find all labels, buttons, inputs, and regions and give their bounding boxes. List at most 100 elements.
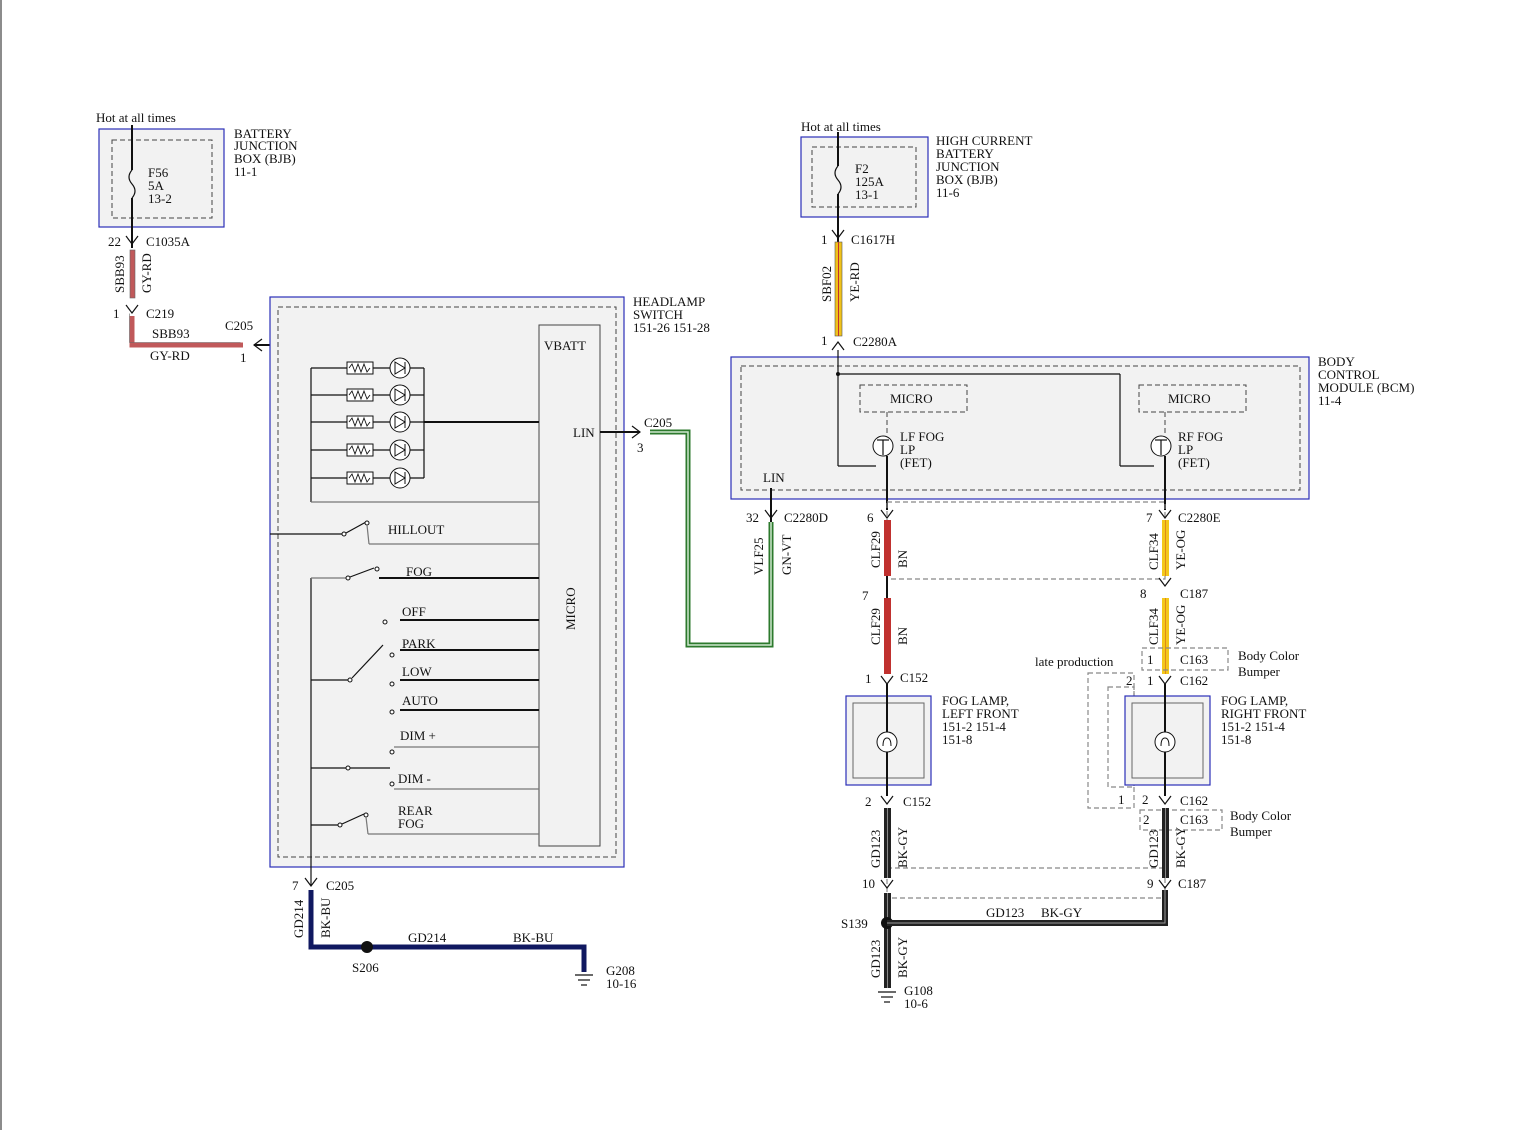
circuit-label: GD214 xyxy=(291,899,306,938)
pin-label: 1 xyxy=(821,232,828,247)
hot-at-all-times-label: Hot at all times xyxy=(96,110,176,125)
wire-color-label: BK-GY xyxy=(895,936,910,978)
right-fog-title-4: 151-8 xyxy=(1221,732,1251,747)
circuit-label: SBB93 xyxy=(152,326,190,341)
ground-group-dashed xyxy=(886,867,1166,899)
connector-label: C187 xyxy=(1178,876,1207,891)
circuit-label: GD123 xyxy=(1146,830,1161,868)
wire-color-label: GN-VT xyxy=(779,535,794,575)
position-auto: AUTO xyxy=(402,693,438,708)
pin-label: 10 xyxy=(862,876,875,891)
body-color-label: Body Color xyxy=(1238,648,1300,663)
pin-label: 7 xyxy=(862,588,869,603)
bjb-title-4: 11-1 xyxy=(234,164,257,179)
pin-label: 7 xyxy=(292,878,299,893)
body-color-label: Body Color xyxy=(1230,808,1292,823)
pin-label: 2 xyxy=(1142,792,1149,807)
wire-color-label: BK-GY xyxy=(895,826,910,868)
wire-gy-rd-vertical xyxy=(129,249,136,299)
resistor-icon xyxy=(346,415,374,429)
late-production-label: late production xyxy=(1035,654,1114,669)
connector-label: C1035A xyxy=(146,234,191,249)
splice-label: S206 xyxy=(352,960,379,975)
switch-micro-block xyxy=(538,324,601,847)
connector-group-dashed xyxy=(886,501,1166,580)
pin-label: 32 xyxy=(746,510,759,525)
lf-fet-label-3: (FET) xyxy=(900,455,932,470)
led-icon xyxy=(389,411,411,433)
splice-dot-icon xyxy=(361,941,373,953)
wire-color-label: BK-GY xyxy=(1041,905,1083,920)
circuit-label: CLF29 xyxy=(868,608,883,645)
position-low: LOW xyxy=(402,664,432,679)
bulb-icon xyxy=(1154,731,1176,753)
pin-label: 1 xyxy=(240,350,247,365)
pin-label: 2 xyxy=(1143,812,1150,827)
connector-label: C205 xyxy=(225,318,253,333)
position-dim-minus: DIM - xyxy=(398,771,431,786)
connector-chevron-icon xyxy=(1158,795,1172,805)
pin-label: 1 xyxy=(821,333,828,348)
connector-label: C162 xyxy=(1180,673,1208,688)
ground-point-ref: 10-6 xyxy=(904,996,928,1011)
pin-label: 3 xyxy=(637,440,644,455)
position-hillout: HILLOUT xyxy=(388,522,444,537)
left-fog-title-4: 151-8 xyxy=(942,732,972,747)
wire-color-label: BK-GY xyxy=(1173,826,1188,868)
circuit-label: CLF29 xyxy=(868,531,883,568)
ground-symbol-icon xyxy=(575,974,593,986)
wire-color-label: BN xyxy=(895,549,910,568)
micro-label: MICRO xyxy=(563,587,578,630)
connector-label: C152 xyxy=(900,670,928,685)
led-icon xyxy=(389,467,411,489)
fog-lamp-wiring-diagram: Hot at all times F56 5A 13-2 BATTERY JUN… xyxy=(0,0,1516,1130)
resistor-icon xyxy=(346,443,374,457)
hot-at-all-times-label: Hot at all times xyxy=(801,119,881,134)
wire-color-label: BK-BU xyxy=(513,930,554,945)
connector-label: C205 xyxy=(326,878,354,893)
circuit-label: GD123 xyxy=(868,830,883,868)
pin-label: 1 xyxy=(113,306,120,321)
body-control-module: BODY CONTROL MODULE (BCM) 11-4 MICRO MIC… xyxy=(730,350,1414,575)
circuit-label: CLF34 xyxy=(1146,533,1161,570)
hcbjb-title-5: 11-6 xyxy=(936,185,960,200)
connector-label: C2280D xyxy=(784,510,828,525)
position-park: PARK xyxy=(402,636,436,651)
bcm-lin-label: LIN xyxy=(763,470,785,485)
connector-chevron-icon xyxy=(125,304,139,314)
connector-chevron-icon xyxy=(880,795,894,805)
resistor-icon xyxy=(346,361,374,375)
wire-bn-upper xyxy=(884,520,891,576)
connector-label: C1617H xyxy=(851,232,895,247)
wire-color-label: GY-RD xyxy=(150,348,190,363)
pin-label: 1 xyxy=(1118,792,1125,807)
pin-label: 1 xyxy=(1147,673,1154,688)
ground-symbol-icon xyxy=(878,991,896,1003)
splice-label: S139 xyxy=(841,916,868,931)
rf-fet-label-3: (FET) xyxy=(1178,455,1210,470)
position-rear-fog: FOG xyxy=(398,816,424,831)
fuse-ref: 13-1 xyxy=(855,187,879,202)
led-icon xyxy=(389,439,411,461)
connector-label: C187 xyxy=(1180,586,1209,601)
wire-color-label: BK-BU xyxy=(318,897,333,938)
led-icon xyxy=(389,357,411,379)
pin-label: 7 xyxy=(1146,510,1153,525)
high-current-battery-junction-box: Hot at all times F2 125A 13-1 HIGH CURRE… xyxy=(800,119,1032,351)
position-off: OFF xyxy=(402,604,426,619)
bcm-outline xyxy=(730,356,1310,500)
resistor-icon xyxy=(346,471,374,485)
pin-label: 2 xyxy=(865,794,872,809)
bulb-icon xyxy=(876,731,898,753)
wire-color-label: YE-RD xyxy=(847,262,862,302)
schematic-canvas: Hot at all times F56 5A 13-2 BATTERY JUN… xyxy=(0,0,1414,1130)
pin-label: 2 xyxy=(1126,673,1133,688)
circuit-label: VLF25 xyxy=(751,537,766,575)
headlamp-switch: VBATT LIN MICRO HEADLAMP SWITCH 151-26 1… xyxy=(269,294,774,991)
wire-color-label: YE-OG xyxy=(1173,605,1188,645)
pin-label: 1 xyxy=(1147,652,1154,667)
resistor-icon xyxy=(346,388,374,402)
wire-bk-gy-horizontal xyxy=(887,890,1168,926)
pin-label: 8 xyxy=(1140,586,1147,601)
wire-color-label: BN xyxy=(895,626,910,645)
